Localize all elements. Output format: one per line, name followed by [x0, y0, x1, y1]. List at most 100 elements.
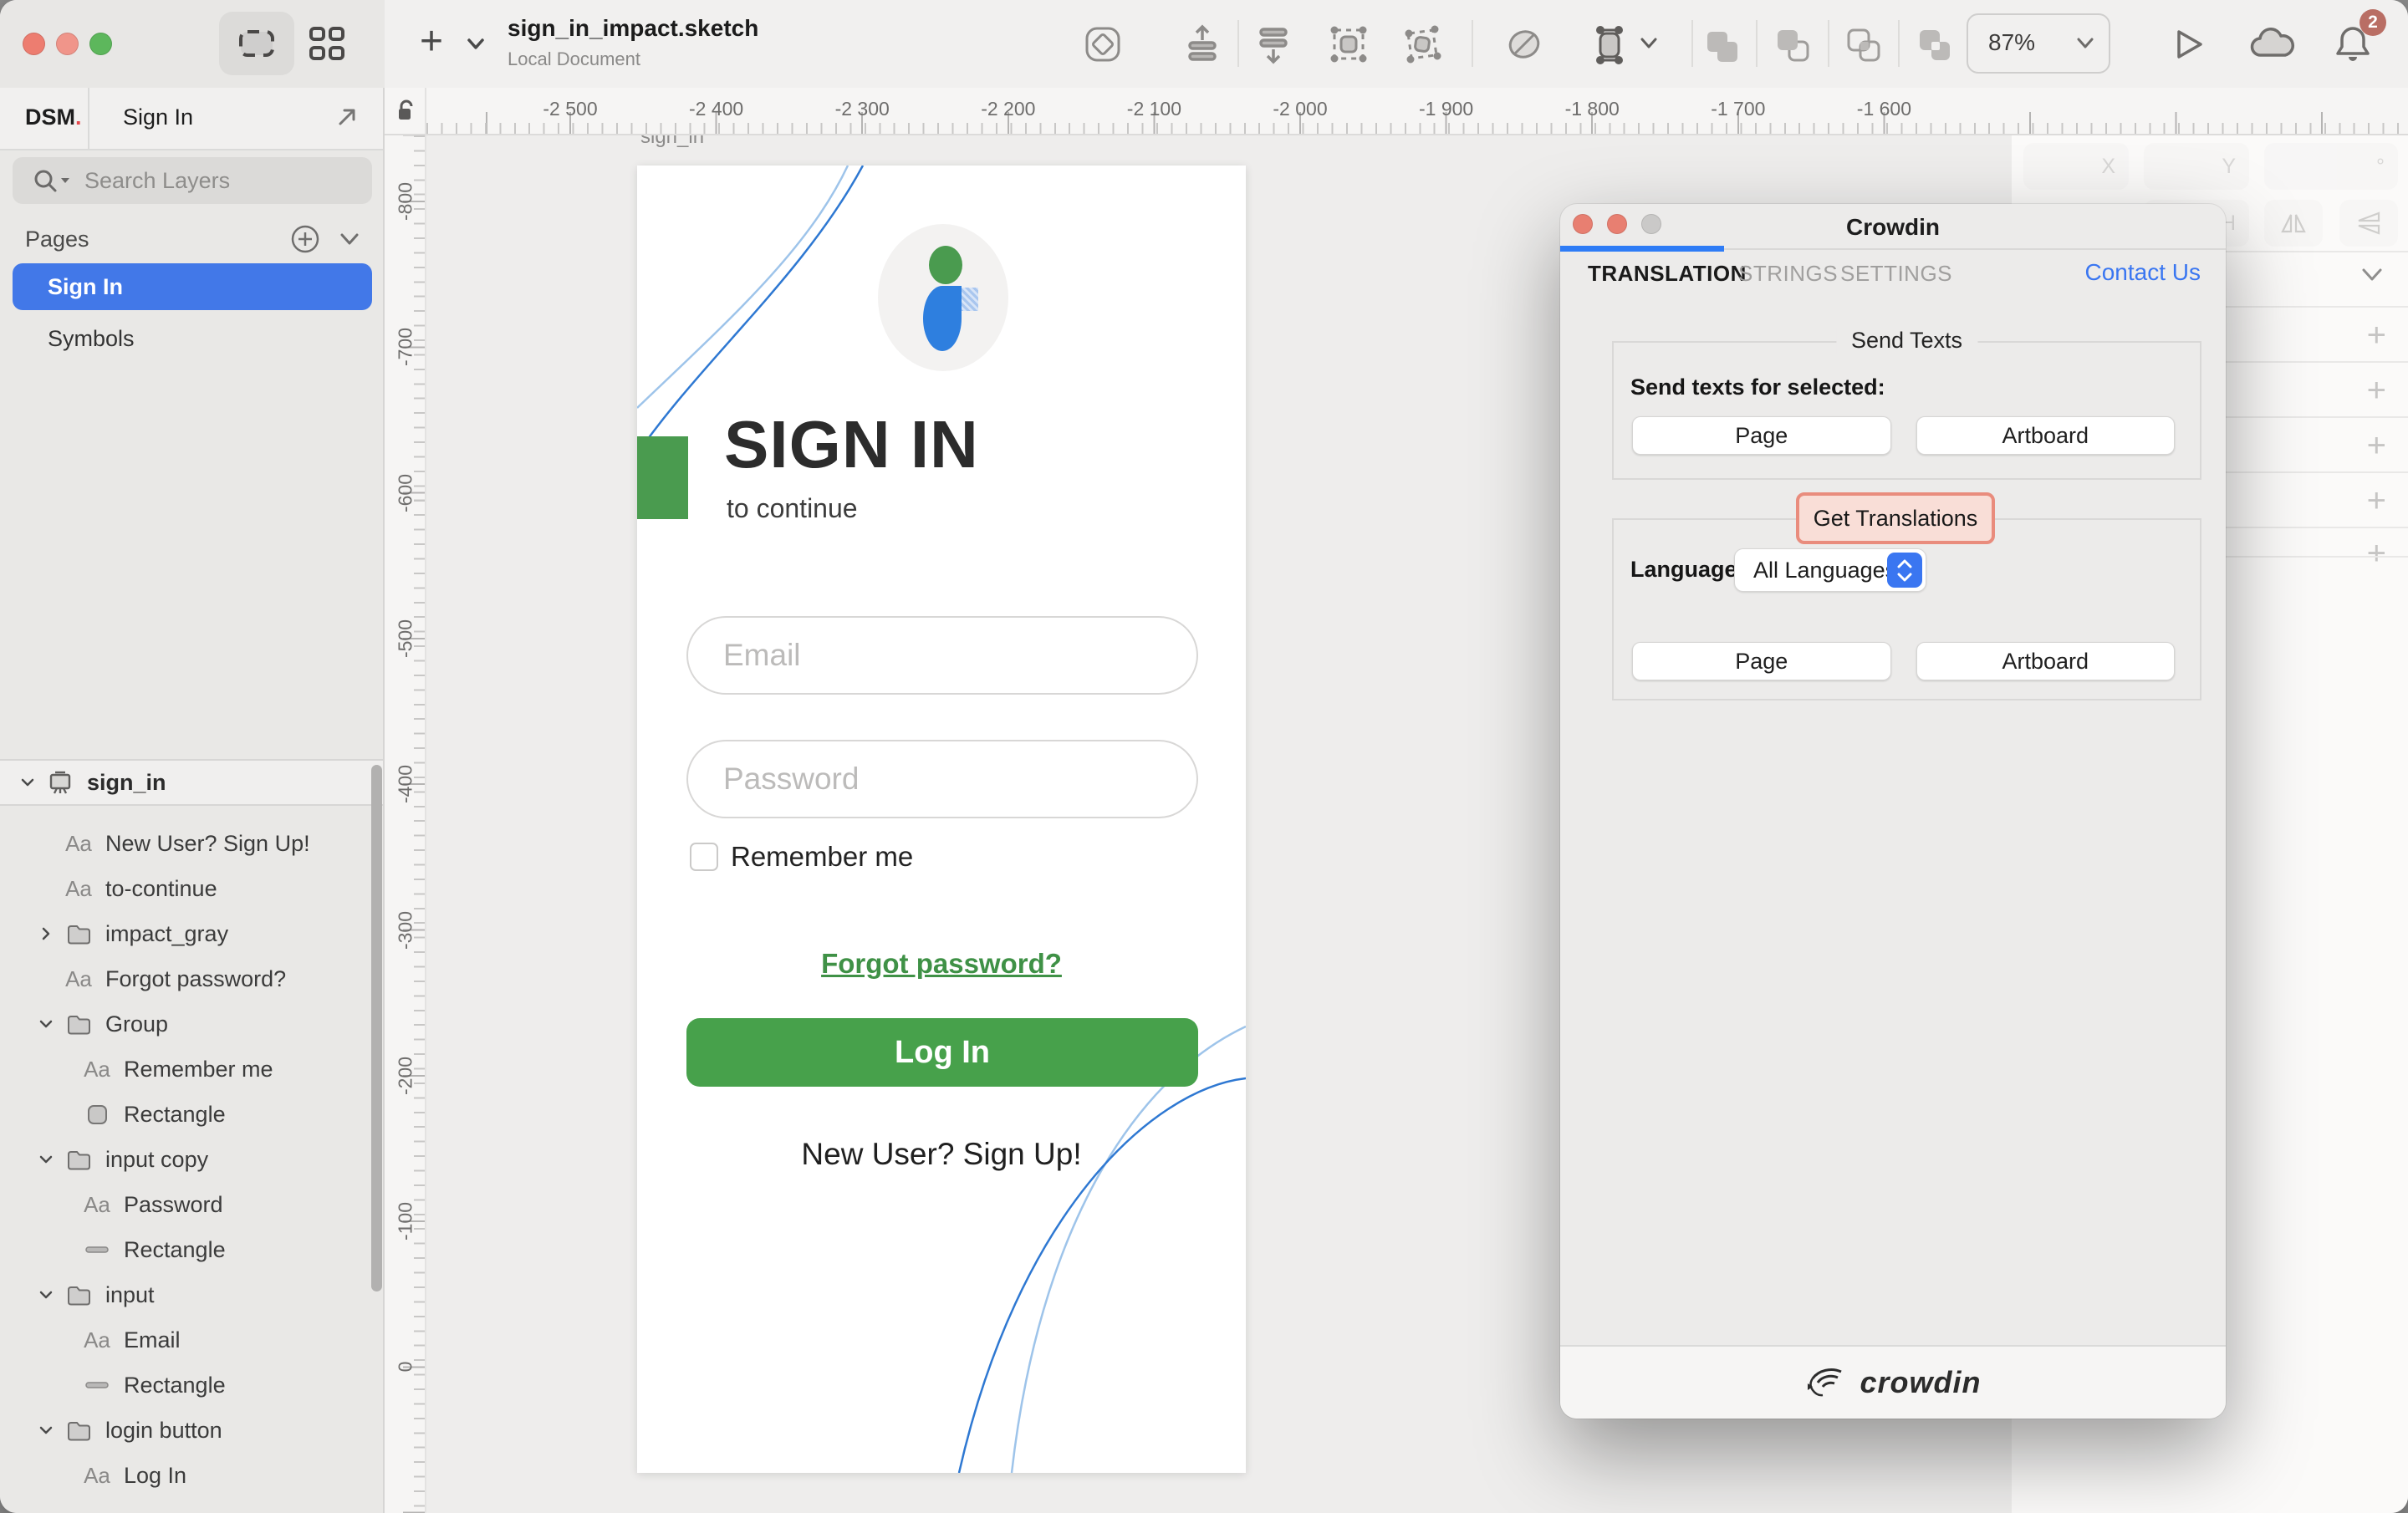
layer-row[interactable]: AaPassword: [0, 1182, 383, 1227]
disclosure-down-icon[interactable]: [37, 1150, 62, 1169]
text-layer-icon: Aa: [80, 1192, 114, 1218]
ruler-label: -1 600: [1857, 98, 1911, 120]
resize-frame-icon[interactable]: [1589, 23, 1634, 65]
boolean-union-icon[interactable]: [1699, 23, 1741, 65]
add-style-icon[interactable]: +: [2367, 429, 2386, 462]
layers-list: AaNew User? Sign Up!Aato-continueimpact_…: [0, 807, 383, 1513]
unlock-icon[interactable]: [395, 99, 416, 124]
boolean-subtract-icon[interactable]: [1771, 23, 1813, 65]
disclosure-down-icon[interactable]: [18, 773, 43, 792]
disclosure-down-icon[interactable]: [37, 1421, 62, 1439]
insert-chevron-icon[interactable]: [465, 35, 487, 52]
sidebar-item-page-symbols[interactable]: Symbols: [13, 315, 372, 362]
flip-horizontal-button[interactable]: [2264, 200, 2323, 247]
document-subtitle: Local Document: [508, 48, 640, 70]
layer-row[interactable]: Group: [0, 1001, 383, 1047]
folder-layer-icon: [62, 1011, 95, 1037]
layer-row[interactable]: Rectangle: [0, 1092, 383, 1137]
edit-shape-icon[interactable]: [1503, 23, 1545, 65]
tab-dsm[interactable]: DSM.: [25, 104, 82, 130]
rect-layer-icon: [80, 1103, 114, 1126]
flip-vertical-button[interactable]: [2339, 200, 2398, 247]
layers-scrollbar[interactable]: [371, 765, 382, 1291]
ruler-label: -2 000: [1273, 98, 1327, 120]
move-backward-icon[interactable]: [1252, 23, 1294, 65]
zoom-window-button[interactable]: [89, 33, 112, 55]
get-translations-button[interactable]: Get Translations: [1796, 492, 1995, 544]
layer-row[interactable]: AaNew User? Sign Up!: [0, 821, 383, 866]
pages-collapse-icon[interactable]: [338, 230, 361, 248]
send-texts-legend: Send Texts: [1836, 328, 1977, 354]
boolean-difference-icon[interactable]: [1913, 23, 1955, 65]
folder-layer-icon: [62, 1418, 95, 1443]
layer-row[interactable]: Aato-continue: [0, 866, 383, 911]
text-layer-icon: Aa: [62, 831, 95, 857]
layer-row[interactable]: input: [0, 1272, 383, 1317]
add-style-icon[interactable]: +: [2367, 537, 2386, 570]
remember-me-checkbox[interactable]: [690, 843, 718, 871]
boolean-intersect-icon[interactable]: [1842, 23, 1884, 65]
text-layer-icon: Aa: [80, 1327, 114, 1353]
disclosure-down-icon[interactable]: [37, 1015, 62, 1033]
components-view-toggle[interactable]: [306, 23, 348, 69]
sidebar-item-page-sign-in[interactable]: Sign In: [13, 263, 372, 310]
layer-row[interactable]: Rectangle: [0, 1227, 383, 1272]
email-placeholder: Email: [723, 638, 801, 673]
sign-up-text[interactable]: New User? Sign Up!: [637, 1137, 1246, 1172]
insert-button[interactable]: +: [420, 18, 443, 64]
open-external-icon[interactable]: [334, 104, 360, 130]
disclosure-right-icon[interactable]: [37, 925, 62, 943]
send-artboard-button[interactable]: Artboard: [1916, 416, 2176, 455]
section-collapse-icon[interactable]: [2358, 265, 2386, 285]
get-page-button[interactable]: Page: [1632, 642, 1891, 680]
close-window-button[interactable]: [23, 33, 45, 55]
zoom-level-select[interactable]: 87%: [1967, 13, 2110, 74]
preview-play-icon[interactable]: [2171, 25, 2207, 64]
text-layer-icon: Aa: [62, 876, 95, 902]
layer-row[interactable]: AaLog In: [0, 1453, 383, 1498]
move-forward-icon[interactable]: [1181, 23, 1223, 65]
log-in-button[interactable]: Log In: [686, 1018, 1198, 1087]
search-input[interactable]: Search Layers: [13, 157, 372, 204]
layer-row[interactable]: impact_gray: [0, 911, 383, 956]
cloud-sync-icon[interactable]: [2247, 27, 2298, 62]
layer-row[interactable]: login button: [0, 1408, 383, 1453]
add-style-icon[interactable]: +: [2367, 318, 2386, 352]
group-icon[interactable]: [1328, 23, 1370, 65]
canvas-view-toggle[interactable]: [219, 12, 294, 75]
select-stepper-icon: [1887, 553, 1922, 588]
forgot-password-link[interactable]: Forgot password?: [637, 948, 1246, 980]
layers-artboard-row[interactable]: sign_in: [0, 759, 383, 806]
add-page-icon[interactable]: [289, 223, 321, 255]
language-select[interactable]: All Languages: [1734, 548, 1926, 592]
tab-strings[interactable]: STRINGS: [1738, 261, 1838, 287]
zoom-level-value: 87%: [1988, 29, 2035, 56]
tab-current-page[interactable]: Sign In: [123, 104, 193, 130]
x-position-field[interactable]: X: [2023, 143, 2129, 190]
resize-chevron-icon[interactable]: [1639, 35, 1659, 50]
disclosure-down-icon[interactable]: [37, 1286, 62, 1304]
add-style-icon[interactable]: +: [2367, 484, 2386, 517]
send-page-button[interactable]: Page: [1632, 416, 1891, 455]
layer-label: Rectangle: [124, 1373, 226, 1398]
y-position-field[interactable]: Y: [2144, 143, 2249, 190]
tab-settings[interactable]: SETTINGS: [1840, 261, 1952, 287]
ungroup-icon[interactable]: [1401, 23, 1443, 65]
create-symbol-icon[interactable]: [1082, 23, 1124, 65]
get-artboard-button[interactable]: Artboard: [1916, 642, 2176, 680]
tab-translation[interactable]: TRANSLATION: [1588, 261, 1747, 287]
rotation-field[interactable]: °: [2264, 143, 2398, 190]
layer-row[interactable]: AaForgot password?: [0, 956, 383, 1001]
add-style-icon[interactable]: +: [2367, 374, 2386, 407]
password-field[interactable]: Password: [686, 740, 1198, 818]
minimize-window-button[interactable]: [56, 33, 79, 55]
contact-us-link[interactable]: Contact Us: [2085, 259, 2201, 286]
layer-label: input copy: [105, 1147, 208, 1173]
layer-row[interactable]: AaEmail: [0, 1317, 383, 1363]
artboard-sign-in[interactable]: SIGN IN to continue Email Password Remem…: [637, 166, 1246, 1473]
layer-row[interactable]: input copy: [0, 1137, 383, 1182]
layer-row[interactable]: Rectangle: [0, 1363, 383, 1408]
email-field[interactable]: Email: [686, 616, 1198, 695]
layer-row[interactable]: AaRemember me: [0, 1047, 383, 1092]
screen: + sign_in_impact.sketch Local Document 8…: [0, 0, 2408, 1513]
